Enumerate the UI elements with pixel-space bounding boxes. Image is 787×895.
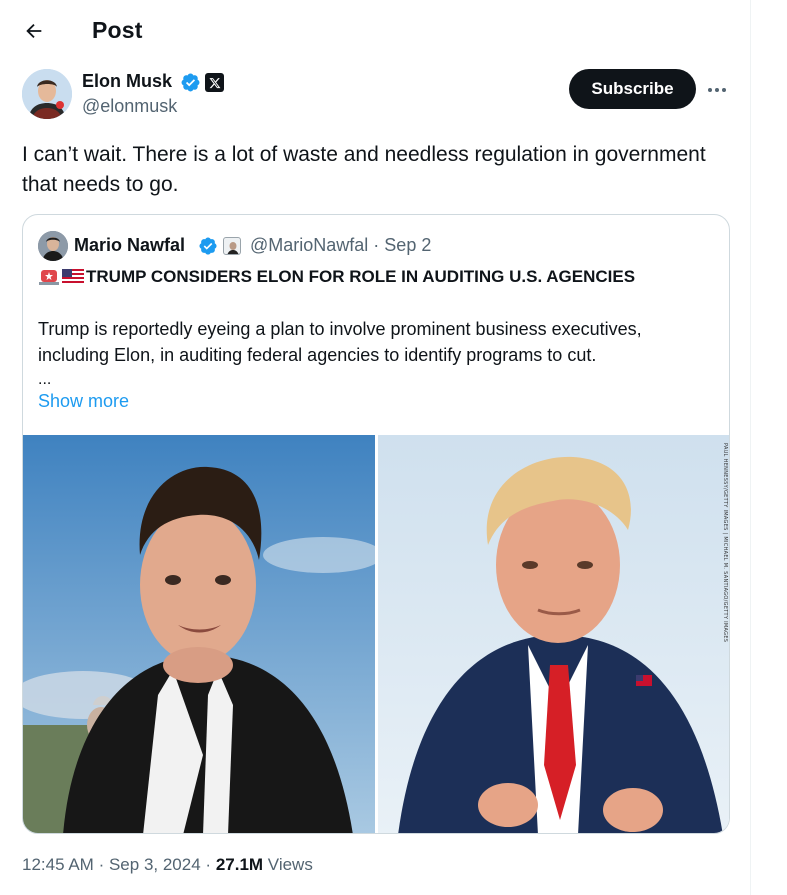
show-more-link[interactable]: Show more [38, 391, 129, 412]
meta-separator: · [205, 855, 212, 874]
author-name[interactable]: Elon Musk [82, 71, 172, 92]
arrow-left-icon [26, 23, 42, 39]
us-flag-icon [62, 269, 84, 285]
siren-icon [39, 270, 59, 285]
verified-badge-icon [181, 73, 200, 92]
subscribe-button[interactable]: Subscribe [569, 69, 696, 109]
media-photo-right[interactable]: PAUL HENNESSY/GETTY IMAGES | MICHAEL M. … [378, 435, 729, 833]
post-date[interactable]: Sep 3, 2024 [109, 855, 201, 874]
media-photo-left[interactable] [23, 435, 375, 833]
author-handle[interactable]: @elonmusk [82, 96, 177, 117]
quote-headline: TRUMP CONSIDERS ELON FOR ROLE IN AUDITIN… [38, 267, 718, 287]
affiliate-badge-icon [223, 237, 241, 255]
quote-avatar-image [38, 231, 68, 261]
back-button[interactable] [16, 13, 52, 49]
x-logo-icon[interactable] [205, 73, 224, 92]
quote-headline-text: TRUMP CONSIDERS ELON FOR ROLE IN AUDITIN… [86, 267, 636, 286]
quoted-post-card[interactable]: Mario Nawfal @MarioNawfal · Sep 2 TRUMP … [22, 214, 730, 834]
verified-badge-icon [199, 237, 217, 255]
quote-author-name[interactable]: Mario Nawfal [74, 235, 185, 256]
views-label: Views [267, 855, 313, 874]
avatar-image [22, 69, 72, 119]
post-meta: 12:45 AM · Sep 3, 2024 · 27.1M Views [22, 855, 313, 875]
post-time[interactable]: 12:45 AM [22, 855, 94, 874]
more-options-button[interactable] [702, 76, 732, 104]
meta-separator: · [98, 855, 105, 874]
quote-ellipsis: ... [38, 371, 52, 388]
more-horizontal-icon [708, 88, 726, 92]
page-title: Post [92, 17, 143, 43]
post-column: Post Elon Musk @elonmusk Subscribe I can… [0, 0, 751, 895]
page-header: Post [0, 0, 751, 62]
photo-credit: PAUL HENNESSY/GETTY IMAGES | MICHAEL M. … [722, 443, 728, 643]
views-count: 27.1M [215, 855, 264, 874]
x-glyph [208, 77, 220, 88]
avatar[interactable] [22, 69, 72, 119]
quote-media[interactable]: PAUL HENNESSY/GETTY IMAGES | MICHAEL M. … [23, 435, 729, 833]
quote-avatar[interactable] [38, 231, 68, 261]
quote-handle-date[interactable]: @MarioNawfal · Sep 2 [250, 235, 431, 256]
quote-body: Trump is reportedly eyeing a plan to inv… [38, 319, 642, 365]
post-text: I can’t wait. There is a lot of waste an… [22, 143, 706, 196]
